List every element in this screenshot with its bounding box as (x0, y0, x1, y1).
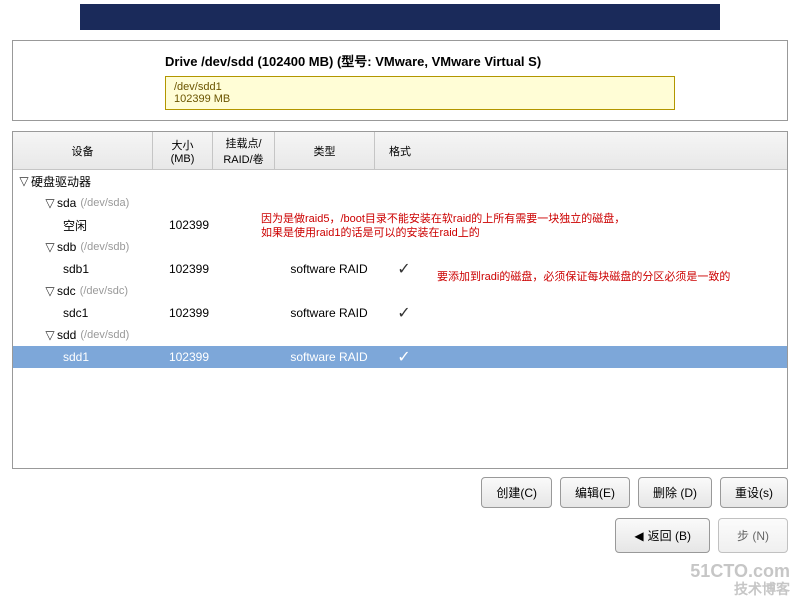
drive-sdd[interactable]: ▽sdd(/dev/sdd) (13, 324, 787, 346)
hdd-label: 硬盘驱动器 (31, 173, 91, 190)
drive-sda[interactable]: ▽sda(/dev/sda) (13, 192, 787, 214)
table-body: ▽ 硬盘驱动器 ▽sda(/dev/sda) 空闲 102399 ▽sdb(/d… (13, 170, 787, 468)
action-button-row: 创建(C) 编辑(E) 删除 (D) 重设(s) (12, 477, 788, 508)
expand-icon[interactable]: ▽ (43, 284, 57, 298)
edit-button[interactable]: 编辑(E) (560, 477, 630, 508)
header-bar (80, 4, 720, 30)
check-icon: ✓ (379, 347, 429, 367)
drive-summary-panel: Drive /dev/sdd (102400 MB) (型号: VMware, … (12, 40, 788, 121)
table-header: 设备 大小(MB) 挂载点/RAID/卷 类型 格式 (13, 132, 787, 170)
expand-icon[interactable]: ▽ (43, 196, 57, 210)
column-size[interactable]: 大小(MB) (153, 132, 213, 169)
nav-row: ◀ 返回 (B) 步 (N) (12, 518, 788, 553)
reset-button[interactable]: 重设(s) (720, 477, 788, 508)
check-icon: ✓ (379, 259, 429, 279)
annotation-1: 因为是做raid5，/boot目录不能安装在软raid的上所有需要一块独立的磁盘… (261, 212, 625, 240)
drive-title: Drive /dev/sdd (102400 MB) (型号: VMware, … (165, 51, 775, 70)
arrow-left-icon: ◀ (634, 529, 643, 543)
annotation-2: 要添加到radi的磁盘，必须保证每块磁盘的分区必须是一致的 (437, 270, 730, 284)
expand-icon[interactable]: ▽ (43, 240, 57, 254)
drive-box-size: 102399 MB (174, 93, 666, 105)
column-format[interactable]: 格式 (375, 132, 425, 169)
partition-sdc1[interactable]: sdc1 102399 software RAID ✓ (13, 302, 787, 324)
back-button[interactable]: ◀ 返回 (B) (615, 518, 710, 553)
group-hard-drives[interactable]: ▽ 硬盘驱动器 (13, 170, 787, 192)
partition-sdd1[interactable]: sdd1 102399 software RAID ✓ (13, 346, 787, 368)
column-device[interactable]: 设备 (13, 132, 153, 169)
watermark: 51CTO.com 技术博客 (690, 562, 790, 598)
create-button[interactable]: 创建(C) (481, 477, 552, 508)
column-type[interactable]: 类型 (275, 132, 375, 169)
expand-icon[interactable]: ▽ (17, 174, 31, 188)
partition-table: 设备 大小(MB) 挂载点/RAID/卷 类型 格式 ▽ 硬盘驱动器 ▽sda(… (12, 131, 788, 469)
drive-partition-box[interactable]: /dev/sdd1 102399 MB (165, 76, 675, 110)
expand-icon[interactable]: ▽ (43, 328, 57, 342)
next-button[interactable]: 步 (N) (718, 518, 788, 553)
delete-button[interactable]: 删除 (D) (638, 477, 712, 508)
check-icon: ✓ (379, 303, 429, 323)
drive-box-device: /dev/sdd1 (174, 81, 666, 93)
column-mount[interactable]: 挂载点/RAID/卷 (213, 132, 275, 169)
